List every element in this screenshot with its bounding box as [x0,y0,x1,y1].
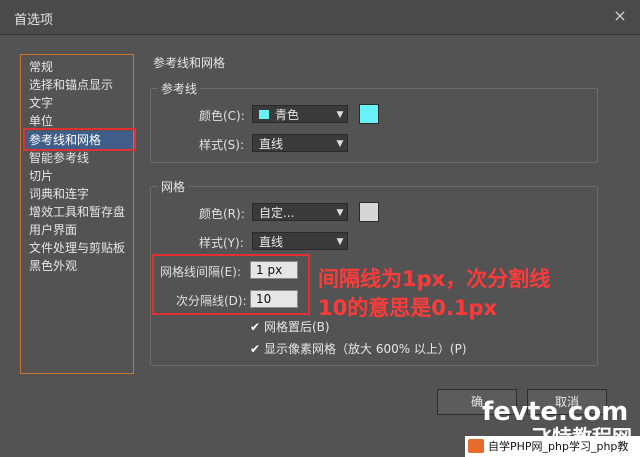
close-icon[interactable]: × [610,6,630,26]
category-item[interactable]: 黑色外观 [29,257,77,275]
grid-style-dropdown[interactable]: 直线 ▼ [252,232,348,250]
chevron-down-icon: ▼ [336,208,344,218]
pixel-grid-checkbox[interactable]: ✔ 显示像素网格（放大 600% 以上）(P) [250,340,467,357]
section-title: 参考线和网格 [153,56,226,70]
annotation-highlight-box [152,254,310,315]
guides-style-dropdown[interactable]: 直线 ▼ [252,134,348,152]
window-title: 首选项 [14,13,54,28]
guides-title: 参考线 [158,80,201,97]
guides-color-swatch[interactable] [359,104,379,124]
grid-color-dropdown[interactable]: 自定... ▼ [252,203,348,221]
annotation-line-2: 10的意思是0.1px [318,296,498,320]
grids-in-back-label: 网格置后(B) [264,320,330,334]
selection-highlight-box [23,128,136,151]
chevron-down-icon: ▼ [336,110,344,120]
grid-style-value: 直线 [259,235,284,249]
pixel-grid-label: 显示像素网格（放大 600% 以上）(P) [264,342,467,356]
grid-color-swatch[interactable] [359,202,379,222]
category-item[interactable]: 智能参考线 [29,149,89,167]
watermark-bar: 自学PHP网_php学习_php教 [465,436,640,457]
title-bar: 首选项 × [0,0,640,35]
category-item[interactable]: 词典和连字 [29,185,89,203]
guides-color-label: 颜色(C): [199,109,245,123]
checkmark-icon: ✔ [250,320,261,334]
guides-color-dropdown[interactable]: 青色 ▼ [252,105,348,123]
grid-color-label: 颜色(R): [199,207,245,221]
category-item[interactable]: 文件处理与剪贴板 [29,239,125,257]
category-item[interactable]: 切片 [29,167,53,185]
watermark-bar-text: 自学PHP网_php学习_php教 [488,440,629,453]
category-item[interactable]: 选择和锚点显示 [29,76,113,94]
grid-style-label: 样式(Y): [199,236,244,250]
category-item[interactable]: 常规 [29,58,53,76]
category-item[interactable]: 用户界面 [29,221,77,239]
category-item[interactable]: 增效工具和暂存盘 [29,203,125,221]
grid-color-value: 自定... [259,206,295,220]
chevron-down-icon: ▼ [336,237,344,247]
guides-style-label: 样式(S): [199,138,245,152]
checkmark-icon: ✔ [250,342,261,356]
guides-color-chip [259,110,269,119]
guides-style-value: 直线 [259,137,284,151]
annotation-line-1: 间隔线为1px，次分割线 [318,267,551,291]
chevron-down-icon: ▼ [336,139,344,149]
guides-color-value: 青色 [275,108,300,122]
category-item[interactable]: 文字 [29,94,53,112]
category-list: 常规 选择和锚点显示 文字 单位 参考线和网格 智能参考线 切片 词典和连字 增… [20,54,134,374]
grid-title: 网格 [158,178,189,195]
site-logo-icon [468,439,484,453]
